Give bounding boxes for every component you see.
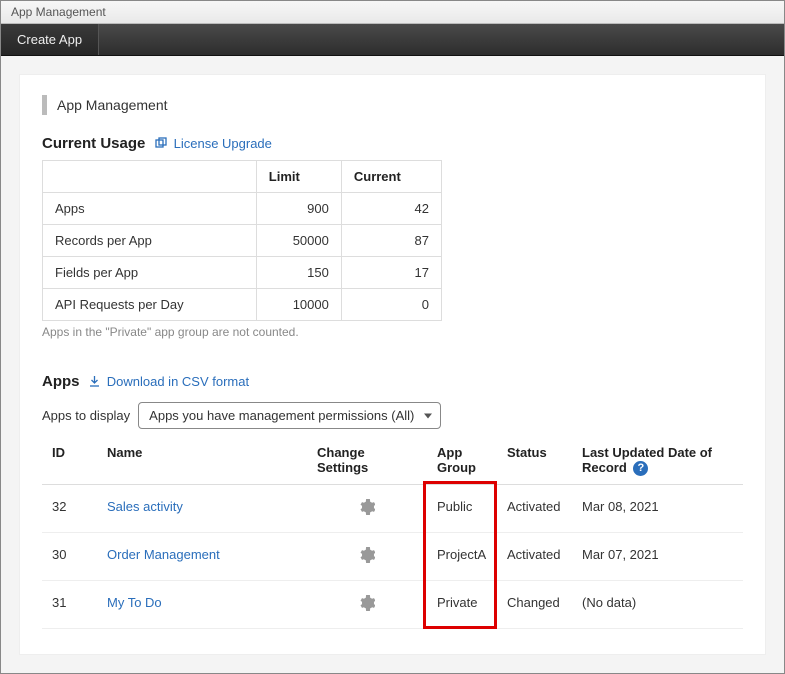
apps-section-title: Apps: [42, 373, 80, 390]
usage-row-label: Records per App: [43, 225, 257, 257]
usage-row-current: 17: [341, 257, 441, 289]
apps-col-last-updated: Last Updated Date of Record ?: [572, 437, 743, 485]
apps-col-change-settings: Change Settings: [307, 437, 427, 485]
app-group: Private: [427, 581, 497, 629]
app-last-updated: Mar 07, 2021: [572, 533, 743, 581]
apps-table-wrap: ID Name Change Settings App Group Status…: [42, 437, 743, 629]
usage-section-title: Current Usage: [42, 135, 145, 152]
usage-row-current: 0: [341, 289, 441, 321]
usage-row: API Requests per Day 10000 0: [43, 289, 442, 321]
license-upgrade-label: License Upgrade: [174, 136, 272, 151]
app-group: Public: [427, 485, 497, 533]
app-id: 31: [42, 581, 97, 629]
change-settings-button[interactable]: [359, 595, 375, 611]
gear-icon: [359, 595, 375, 611]
usage-row-label: Fields per App: [43, 257, 257, 289]
app-group: ProjectA: [427, 533, 497, 581]
app-window: App Management Create App App Management…: [0, 0, 785, 674]
apps-filter-selected: Apps you have management permissions (Al…: [149, 408, 414, 423]
app-status: Activated: [497, 533, 572, 581]
app-status: Changed: [497, 581, 572, 629]
app-id: 32: [42, 485, 97, 533]
table-row: 31 My To Do Private Changed (No data): [42, 581, 743, 629]
usage-table: Limit Current Apps 900 42 Records per Ap…: [42, 160, 442, 321]
table-row: 30 Order Management ProjectA Activated M…: [42, 533, 743, 581]
app-last-updated: (No data): [572, 581, 743, 629]
apps-col-name: Name: [97, 437, 307, 485]
download-csv-link[interactable]: Download in CSV format: [89, 374, 249, 389]
usage-row: Fields per App 150 17: [43, 257, 442, 289]
content-area: App Management Current Usage License Upg…: [19, 74, 766, 655]
window-title: App Management: [11, 5, 106, 19]
apps-col-status: Status: [497, 437, 572, 485]
usage-row-label: API Requests per Day: [43, 289, 257, 321]
app-status: Activated: [497, 485, 572, 533]
apps-filter-row: Apps to display Apps you have management…: [42, 402, 743, 429]
create-app-button[interactable]: Create App: [1, 24, 99, 55]
popup-icon: [155, 137, 167, 152]
app-name-link[interactable]: Sales activity: [107, 499, 183, 514]
apps-section: Apps Download in CSV format Apps to disp…: [42, 373, 743, 629]
download-icon: [89, 375, 100, 390]
apps-table: ID Name Change Settings App Group Status…: [42, 437, 743, 629]
usage-header: Current Usage License Upgrade: [42, 135, 743, 152]
apps-header: Apps Download in CSV format: [42, 373, 743, 390]
help-icon[interactable]: ?: [633, 461, 648, 476]
change-settings-button[interactable]: [359, 499, 375, 515]
usage-row-limit: 10000: [256, 289, 341, 321]
usage-row: Records per App 50000 87: [43, 225, 442, 257]
usage-row-limit: 150: [256, 257, 341, 289]
page-title: App Management: [42, 95, 743, 115]
table-row: 32 Sales activity Public Activated Mar 0…: [42, 485, 743, 533]
usage-row-current: 87: [341, 225, 441, 257]
main-toolbar: Create App: [1, 24, 784, 56]
usage-row-label: Apps: [43, 193, 257, 225]
download-csv-label: Download in CSV format: [107, 374, 249, 389]
usage-row: Apps 900 42: [43, 193, 442, 225]
app-name-link[interactable]: My To Do: [107, 595, 162, 610]
change-settings-button[interactable]: [359, 547, 375, 563]
app-last-updated: Mar 08, 2021: [572, 485, 743, 533]
gear-icon: [359, 499, 375, 515]
usage-note: Apps in the "Private" app group are not …: [42, 325, 743, 339]
license-upgrade-link[interactable]: License Upgrade: [155, 136, 272, 151]
usage-col-limit: Limit: [256, 161, 341, 193]
usage-row-limit: 900: [256, 193, 341, 225]
usage-row-current: 42: [341, 193, 441, 225]
gear-icon: [359, 547, 375, 563]
create-app-label: Create App: [17, 32, 82, 47]
apps-filter-label: Apps to display: [42, 408, 130, 423]
app-name-link[interactable]: Order Management: [107, 547, 220, 562]
usage-row-limit: 50000: [256, 225, 341, 257]
usage-col-current: Current: [341, 161, 441, 193]
apps-filter-select[interactable]: Apps you have management permissions (Al…: [138, 402, 441, 429]
apps-col-app-group: App Group: [427, 437, 497, 485]
window-titlebar: App Management: [1, 1, 784, 24]
apps-col-id: ID: [42, 437, 97, 485]
app-id: 30: [42, 533, 97, 581]
